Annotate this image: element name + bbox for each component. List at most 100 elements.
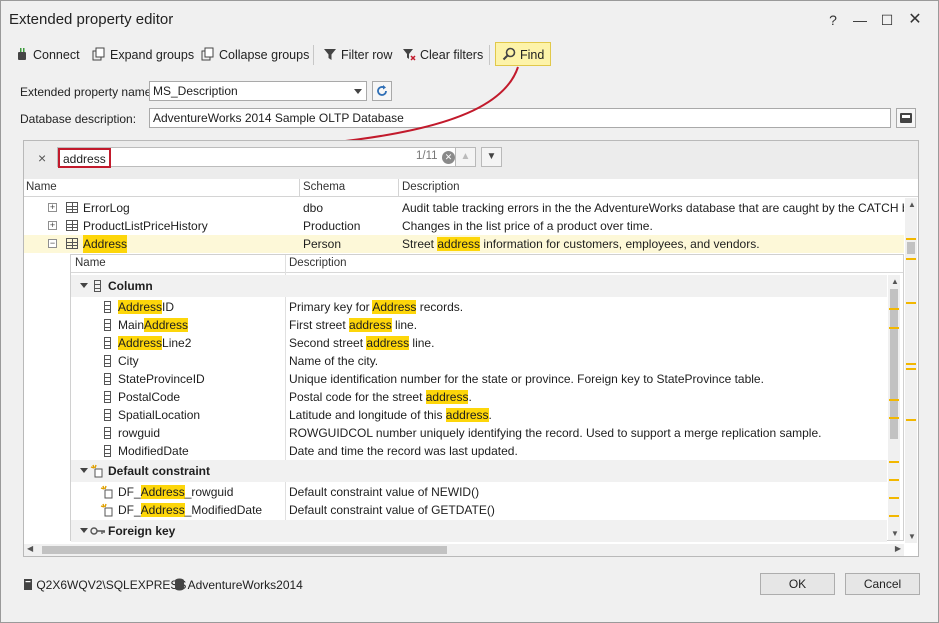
match-marker (906, 363, 916, 365)
clear-search-icon[interactable]: ✕ (442, 151, 455, 164)
horizontal-scroll-thumb[interactable] (42, 546, 447, 554)
text-segment: _ModifiedDate (184, 503, 263, 517)
item-name: MainAddress (118, 316, 189, 334)
chevron-down-icon[interactable] (80, 528, 88, 533)
collapse-groups-icon (201, 47, 214, 61)
chevron-right-icon[interactable]: ▶ (895, 544, 901, 553)
column-header-name[interactable]: Name (26, 181, 57, 193)
item-name: DF_Address_rowguid (118, 483, 233, 501)
close-find-icon[interactable]: × (38, 150, 46, 166)
connect-button[interactable]: Connect (15, 43, 80, 67)
table-row[interactable]: + ProductListPriceHistory Production Cha… (24, 217, 904, 235)
item-description: Default constraint value of GETDATE() (289, 501, 495, 519)
edit-description-button[interactable] (896, 108, 916, 128)
item-description: Second street address line. (289, 334, 434, 352)
column-header-schema[interactable]: Schema (303, 181, 345, 193)
detail-column-header-description[interactable]: Description (289, 257, 347, 269)
expand-row-icon[interactable]: + (48, 221, 57, 230)
expand-groups-label: Expand groups (110, 48, 195, 62)
list-item[interactable]: rowguid ROWGUIDCOL number uniquely identi… (71, 424, 887, 442)
chevron-down-icon[interactable]: ▼ (908, 532, 916, 541)
previous-match-button[interactable]: ▲ (455, 147, 476, 167)
item-name: DF_Address_ModifiedDate (118, 501, 262, 519)
chevron-down-icon[interactable] (80, 283, 88, 288)
column-divider[interactable] (299, 179, 300, 197)
chevron-down-icon[interactable]: ▼ (891, 529, 899, 538)
match-marker (906, 419, 916, 421)
list-item[interactable]: AddressLine2 Second street address line. (71, 334, 887, 352)
list-item[interactable]: SpatialLocation Latitude and longitude of… (71, 406, 887, 424)
group-label: Column (108, 279, 153, 293)
database-status: AdventureWorks2014 (174, 578, 303, 592)
text-segment: ID (162, 300, 175, 314)
grid-scroll-thumb[interactable] (907, 242, 915, 254)
maximize-button[interactable]: ☐ (872, 9, 902, 31)
clear-filters-label: Clear filters (420, 48, 484, 62)
chevron-left-icon[interactable]: ◀ (27, 544, 33, 553)
search-highlight: Address (118, 336, 163, 350)
grid-header: Name Schema Description (24, 179, 918, 197)
group-row-default-constraint[interactable]: Default constraint (71, 460, 887, 482)
cancel-button[interactable]: Cancel (845, 573, 920, 595)
text-segment: _rowguid (184, 485, 234, 499)
close-button[interactable]: ✕ (900, 9, 930, 31)
group-label: Foreign key (108, 524, 176, 538)
list-item[interactable]: MainAddress First street address line. (71, 316, 887, 334)
list-item[interactable]: PostalCode Postal code for the street add… (71, 388, 887, 406)
chevron-down-icon[interactable] (80, 468, 88, 473)
list-item[interactable]: DF_Address_ModifiedDate Default constrain… (71, 501, 887, 519)
search-highlight: Address (140, 485, 185, 499)
detail-column-header-name[interactable]: Name (75, 257, 106, 269)
column-header-description[interactable]: Description (402, 181, 460, 193)
database-icon (175, 578, 184, 591)
group-row-foreign-key[interactable]: Foreign key (71, 520, 887, 542)
column-icon (104, 337, 111, 349)
chevron-up-icon[interactable]: ▲ (891, 277, 899, 286)
grid-horizontal-scrollbar[interactable]: ◀ ▶ (24, 544, 904, 556)
search-highlight: address (437, 237, 481, 251)
expand-row-icon[interactable]: + (48, 203, 57, 212)
filter-icon (324, 49, 336, 60)
group-row-column[interactable]: Column (71, 275, 887, 297)
key-icon (90, 527, 105, 535)
item-description: Primary key for Address records. (289, 298, 463, 316)
search-input[interactable]: address 1/11 ✕ (57, 147, 472, 168)
collapse-row-icon[interactable]: − (48, 239, 57, 248)
chevron-up-icon[interactable]: ▲ (908, 200, 916, 209)
search-query[interactable]: address (58, 148, 111, 168)
objects-grid-panel: × address 1/11 ✕ ▲ ▼ Name Schema Descrip… (23, 140, 919, 557)
next-match-button[interactable]: ▼ (481, 147, 502, 167)
text-segment: Primary key for (289, 300, 373, 314)
server-icon (24, 579, 32, 590)
ok-button[interactable]: OK (760, 573, 835, 595)
table-row[interactable]: + ErrorLog dbo Audit table tracking erro… (24, 199, 904, 217)
constraint-icon (90, 464, 103, 478)
item-name: AddressID (118, 298, 174, 316)
search-icon (502, 47, 516, 61)
grid-vertical-scrollbar[interactable]: ▲ ▼ (905, 198, 917, 543)
column-icon (104, 427, 111, 439)
minimize-button[interactable]: — (845, 9, 875, 31)
text-segment: Latitude and longitude of this (289, 408, 446, 422)
list-item[interactable]: ModifiedDate Date and time the record was… (71, 442, 887, 460)
table-icon (66, 238, 78, 249)
column-icon (104, 355, 111, 367)
list-item[interactable]: City Name of the city. (71, 352, 887, 370)
text-segment: Default constraint value of GETDATE() (289, 503, 495, 517)
help-button[interactable]: ? (818, 9, 848, 31)
text-segment: SpatialLocation (118, 408, 201, 422)
match-marker (906, 302, 916, 304)
list-item[interactable]: DF_Address_rowguid Default constraint val… (71, 483, 887, 501)
list-item[interactable]: StateProvinceID Unique identification num… (71, 370, 887, 388)
table-row-selected[interactable]: − Address Person Street address informat… (24, 235, 904, 253)
constraint-icon (100, 485, 113, 499)
search-highlight: Address (118, 300, 163, 314)
text-segment: Main (118, 318, 145, 332)
connect-label: Connect (33, 48, 80, 62)
search-highlight: Address (144, 318, 189, 332)
database-name: AdventureWorks2014 (187, 578, 303, 592)
detail-vertical-scrollbar[interactable]: ▲ ▼ (888, 275, 900, 540)
list-item[interactable]: AddressID Primary key for Address records… (71, 298, 887, 316)
search-highlight: address (366, 336, 410, 350)
column-divider[interactable] (398, 179, 399, 197)
